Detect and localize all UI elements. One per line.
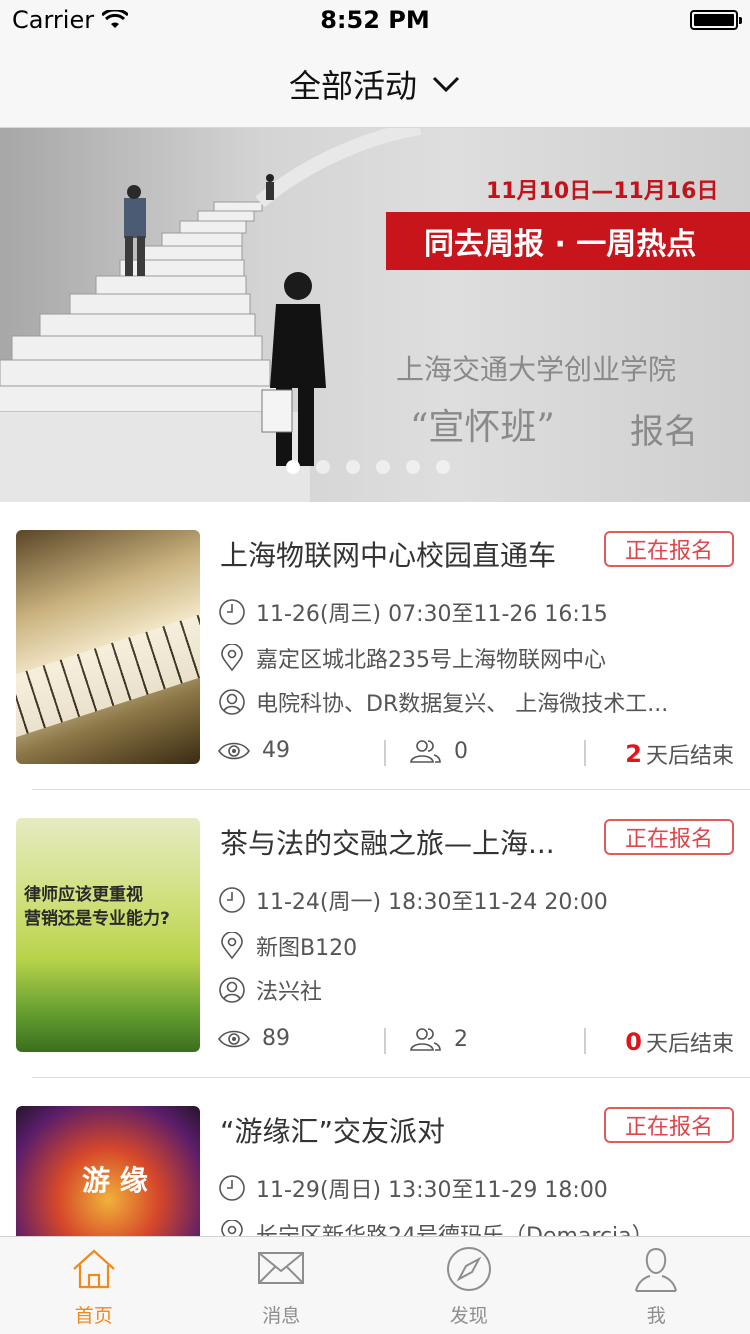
promo-banner[interactable]: 11月10日—11月16日 同去周报 · 一周热点 上海交通大学创业学院 “宣怀…: [0, 128, 750, 502]
tab-label: 首页: [74, 1305, 113, 1327]
days-left-label: 天后结束: [645, 1032, 734, 1057]
chevron-down-icon: [432, 76, 460, 92]
location-pin-icon: [221, 932, 243, 960]
home-icon: [73, 1249, 115, 1289]
page-dot[interactable]: [346, 460, 360, 474]
activity-item[interactable]: 律师应该更重视 营销还是专业能力? 茶与法的交融之旅—上海... 正在报名 11…: [0, 790, 750, 1078]
nav-title: 全部活动: [288, 66, 417, 105]
status-badge[interactable]: 正在报名: [604, 531, 734, 567]
status-badge[interactable]: 正在报名: [604, 819, 734, 855]
poster-text: 游 缘: [82, 1164, 148, 1197]
activity-thumbnail-poster: 律师应该更重视 营销还是专业能力?: [16, 818, 200, 1052]
divider: [584, 740, 586, 766]
activity-organizers: 法兴社: [256, 980, 323, 1005]
envelope-icon: [258, 1252, 305, 1284]
clock-icon: [219, 599, 245, 625]
activity-item[interactable]: 上海物联网中心校园直通车 正在报名 11-26(周三) 07:30至11-26 …: [0, 502, 750, 790]
views-stat: 89: [218, 1026, 290, 1051]
days-left-label: 天后结束: [645, 744, 734, 769]
eye-icon: [218, 1030, 250, 1047]
days-left-count: 0: [625, 1028, 642, 1056]
activity-list: 上海物联网中心校园直通车 正在报名 11-26(周三) 07:30至11-26 …: [0, 502, 750, 1334]
tab-discover[interactable]: 发现: [375, 1237, 563, 1334]
divider: [384, 1028, 386, 1054]
battery-icon: [690, 10, 742, 30]
activity-organizer-row: 法兴社: [218, 974, 322, 1006]
tab-messages[interactable]: 消息: [188, 1237, 376, 1334]
person-icon: [635, 1247, 678, 1292]
views-count: 89: [262, 1026, 290, 1051]
activity-time-row: 11-24(周一) 18:30至11-24 20:00: [218, 884, 608, 916]
days-left-stat: 2 天后结束: [625, 738, 734, 770]
participants-count: 2: [454, 1026, 468, 1052]
location-pin-icon: [221, 644, 243, 672]
poster-text: 律师应该更重视: [24, 885, 143, 905]
participants-stat: 0: [408, 738, 468, 764]
status-badge[interactable]: 正在报名: [604, 1107, 734, 1143]
page-dot[interactable]: [436, 460, 450, 474]
poster-text: 营销还是专业能力?: [24, 909, 170, 929]
activity-organizers: 电院科协、DR数据复兴、 上海微技术工...: [256, 692, 669, 717]
divider: [384, 740, 386, 766]
divider: [584, 1028, 586, 1054]
participants-stat: 2: [408, 1026, 468, 1052]
activity-time-row: 11-29(周日) 13:30至11-29 18:00: [218, 1172, 608, 1204]
tab-me[interactable]: 我: [563, 1237, 750, 1334]
days-left-count: 2: [625, 740, 642, 768]
tab-home[interactable]: 首页: [0, 1237, 188, 1334]
activity-location: 嘉定区城北路235号上海物联网中心: [256, 648, 606, 673]
activity-thumbnail-piano: [16, 530, 200, 764]
person-icon: [219, 977, 245, 1003]
page-indicator[interactable]: [286, 460, 450, 474]
participants-count: 0: [454, 738, 468, 764]
status-bar: Carrier 8:52 PM: [0, 0, 750, 40]
tab-label: 我: [646, 1305, 666, 1327]
views-count: 49: [262, 738, 290, 763]
banner-class-name: “宣怀班”: [410, 407, 555, 448]
banner-headline: 同去周报 · 一周热点: [386, 212, 750, 270]
activity-stats: 89 2 0 天后结束: [218, 1026, 734, 1058]
activity-location: 新图B120: [256, 936, 358, 961]
people-icon: [410, 1028, 441, 1051]
activity-title: 上海物联网中心校园直通车: [220, 539, 557, 572]
activity-time: 11-29(周日) 13:30至11-29 18:00: [256, 1178, 608, 1203]
banner-date-range: 11月10日—11月16日: [486, 179, 719, 204]
activity-time: 11-26(周三) 07:30至11-26 16:15: [256, 602, 608, 627]
clock-icon: [219, 887, 245, 913]
activity-organizer-row: 电院科协、DR数据复兴、 上海微技术工...: [218, 686, 668, 718]
page-dot[interactable]: [286, 460, 300, 474]
activity-filter-dropdown[interactable]: 全部活动: [289, 61, 461, 107]
eye-icon: [218, 742, 250, 759]
compass-icon: [446, 1247, 491, 1291]
page-dot[interactable]: [406, 460, 420, 474]
activity-location-row: 嘉定区城北路235号上海物联网中心: [218, 642, 606, 674]
clock: 8:52 PM: [320, 6, 430, 34]
banner-signup: 报名: [630, 412, 698, 452]
page-dot[interactable]: [376, 460, 390, 474]
activity-time: 11-24(周一) 18:30至11-24 20:00: [256, 890, 608, 915]
banner-school: 上海交通大学创业学院: [396, 353, 677, 386]
people-icon: [410, 740, 441, 763]
tab-label: 发现: [449, 1305, 488, 1327]
days-left-stat: 0 天后结束: [625, 1026, 734, 1058]
activity-location-row: 新图B120: [218, 930, 357, 962]
person-icon: [219, 689, 245, 715]
tab-bar: 首页 消息 发现 我: [0, 1236, 750, 1334]
navigation-bar: 全部活动: [0, 40, 750, 128]
clock-icon: [219, 1175, 245, 1201]
page-dot[interactable]: [316, 460, 330, 474]
activity-time-row: 11-26(周三) 07:30至11-26 16:15: [218, 596, 608, 628]
activity-title: 茶与法的交融之旅—上海...: [220, 827, 555, 860]
views-stat: 49: [218, 738, 290, 763]
tab-label: 消息: [262, 1305, 301, 1327]
activity-stats: 49 0 2 天后结束: [218, 738, 734, 770]
activity-title: “游缘汇”交友派对: [220, 1115, 446, 1148]
